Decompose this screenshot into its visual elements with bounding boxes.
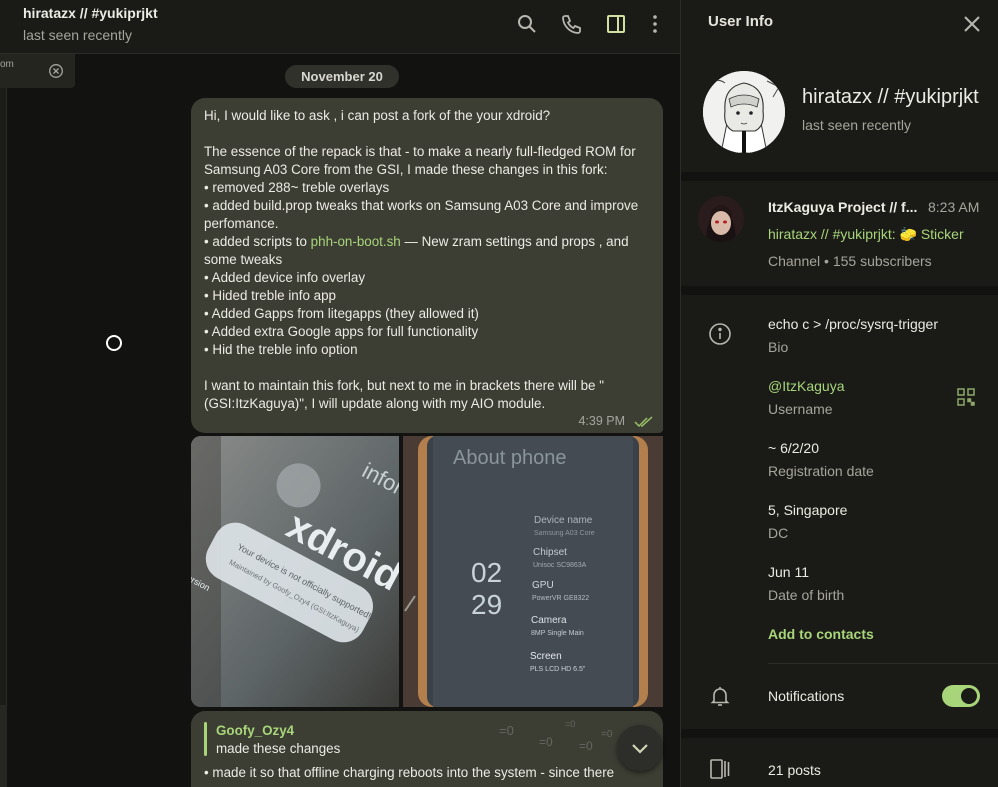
photo2-row-label: GPU (532, 580, 554, 591)
message-bullet: • added build.prop tweaks that works on … (204, 198, 642, 231)
photo2-clock-hours: 02 (471, 557, 502, 588)
chat-list-strip (0, 54, 7, 787)
sticker-text: =0 (499, 723, 514, 738)
photo2-row-label: Device name (534, 515, 593, 526)
reply-author[interactable]: Goofy_Ozy4 (216, 723, 294, 738)
info-icon (708, 322, 732, 346)
panel-title: User Info (708, 13, 774, 30)
message-bullet: • Added device info overlay (204, 270, 366, 285)
more-vertical-icon[interactable] (643, 12, 667, 36)
message-bullet: • Hided treble info app (204, 288, 336, 303)
notifications-toggle[interactable] (942, 685, 980, 707)
photo2-row-label: Chipset (533, 547, 567, 558)
photo2-row-label: Camera (531, 615, 567, 626)
channel-avatar[interactable] (698, 196, 744, 242)
channel-preview-sender: hiratazx // #yukiprjkt: (768, 226, 896, 242)
section-divider (681, 286, 998, 295)
divider (768, 663, 998, 664)
message-text: • made it so that offline charging reboo… (204, 765, 615, 780)
photo2-title: About phone (453, 447, 566, 469)
channel-preview-text: Sticker (920, 226, 964, 242)
photo2-row-value: Unisoc SC9863A (533, 562, 587, 569)
chat-area: hiratazx // #yukiprjkt last seen recentl… (0, 0, 680, 787)
channel-meta: Channel • 155 subscribers (768, 253, 932, 269)
username-value[interactable]: @ItzKaguya (768, 378, 844, 394)
sticker-text: =0 (601, 729, 613, 740)
message-link[interactable]: phh-on-boot.sh (311, 234, 401, 249)
scroll-down-button[interactable] (617, 725, 663, 771)
profile-status: last seen recently (802, 117, 911, 133)
reply-quote-bar (204, 722, 207, 756)
message-paragraph: I want to maintain this fork, but next t… (204, 378, 604, 411)
photo-xdroid-screen[interactable]: informatio xdroid Your device is not off… (191, 436, 399, 707)
sidebar-toggle-icon[interactable] (604, 12, 628, 36)
sticker-emoji: 🧽 (899, 226, 917, 242)
birthday-value[interactable]: Jun 11 (768, 564, 809, 580)
notifications-label: Notifications (768, 688, 845, 704)
bio-label: Bio (768, 339, 789, 355)
message-bubble[interactable]: Hi, I would like to ask , i can post a f… (191, 98, 663, 433)
photo2-row-label: Screen (530, 651, 562, 662)
dc-label: DC (768, 525, 789, 541)
sticker-text: =0 (579, 739, 593, 753)
channel-title[interactable]: ItzKaguya Project // f... (768, 199, 917, 215)
photo2-clock-minutes: 29 (471, 589, 502, 620)
section-divider (681, 172, 998, 181)
message-bullet: • Added Gapps from litegapps (they allow… (204, 306, 479, 321)
sticker-text: =0 (565, 719, 576, 729)
message-bubble-reply[interactable]: Goofy_Ozy4 made these changes • made it … (191, 711, 663, 787)
cursor-indicator (106, 335, 122, 351)
close-icon[interactable] (961, 13, 983, 35)
posts-count[interactable]: 21 posts (768, 762, 821, 778)
sticker-text: =0 (539, 735, 553, 749)
message-paragraph: The essence of the repack is that - to m… (204, 144, 640, 177)
photo2-row-value: Samsung A03 Core (534, 530, 595, 537)
close-circle-icon[interactable] (48, 63, 64, 79)
registration-value[interactable]: ~ 6/2/20 (768, 440, 819, 456)
chat-title[interactable]: hiratazx // #yukiprjkt (23, 5, 158, 21)
photo2-row-value: 8MP Single Main (531, 630, 584, 637)
profile-name: hiratazx // #yukiprjkt (802, 86, 979, 108)
side-popup-text: om (0, 59, 14, 70)
dc-value[interactable]: 5, Singapore (768, 502, 847, 518)
message-bullet: • removed 288~ treble overlays (204, 180, 390, 195)
photo2-row-value: PLS LCD HD 6.5" (530, 666, 586, 673)
double-check-icon (634, 415, 654, 428)
search-icon[interactable] (515, 12, 539, 36)
message-bullet: • added scripts to (204, 234, 311, 249)
chat-header[interactable]: hiratazx // #yukiprjkt last seen recentl… (0, 0, 680, 54)
message-text: Hi, I would like to ask , i can post a f… (204, 107, 650, 413)
bell-icon (708, 684, 732, 708)
section-divider (681, 729, 998, 738)
message-paragraph: Hi, I would like to ask , i can post a f… (204, 108, 551, 123)
bio-value[interactable]: echo c > /proc/sysrq-trigger (768, 316, 938, 332)
toggle-knob (961, 688, 977, 704)
registration-label: Registration date (768, 463, 874, 479)
qr-code-icon[interactable] (957, 388, 975, 406)
photo2-row-value: PowerVR GE8322 (532, 595, 589, 602)
add-to-contacts-button[interactable]: Add to contacts (768, 626, 874, 642)
message-time: 4:39 PM (578, 414, 625, 428)
avatar[interactable] (703, 71, 785, 153)
chevron-down-icon (632, 744, 648, 754)
channel-preview: hiratazx // #yukiprjkt: 🧽 Sticker (768, 226, 964, 243)
phone-call-icon[interactable] (560, 12, 584, 36)
reply-quoted-text: made these changes (216, 741, 341, 756)
chat-status: last seen recently (23, 27, 132, 43)
photo-about-phone[interactable]: About phone 02 29 Device name Samsung A0… (403, 436, 663, 707)
posts-icon (708, 757, 732, 781)
date-separator: November 20 (285, 65, 399, 88)
channel-time: 8:23 AM (928, 199, 980, 215)
message-bullet: • Added extra Google apps for full funct… (204, 324, 479, 339)
username-label: Username (768, 401, 833, 417)
side-popup: om (0, 54, 75, 88)
chat-list-strip-bottom (0, 705, 7, 787)
user-info-panel: User Info hiratazx // #yukiprjkt last se… (680, 0, 998, 787)
birthday-label: Date of birth (768, 587, 845, 603)
message-bullet: • Hid the treble info option (204, 342, 358, 357)
